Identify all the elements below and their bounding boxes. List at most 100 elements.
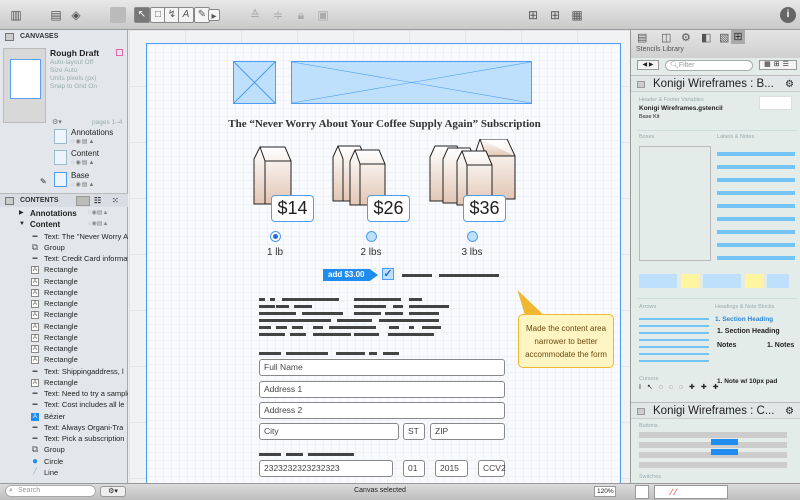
sticky-note[interactable]: Made the content area narrower to better… — [518, 314, 614, 368]
list-view-icon[interactable] — [76, 196, 90, 206]
properties-inspector-icon[interactable]: ◫ — [661, 31, 671, 44]
stencil-header-base[interactable]: Konigi Wireframes : B... ⚙ — [631, 75, 800, 92]
callout-stencil-items[interactable] — [639, 274, 789, 288]
contents-item[interactable]: ▬ Text: Shippingaddress, l — [0, 366, 128, 377]
contents-item[interactable]: A Rectangle — [0, 321, 128, 332]
hierarchy-view-icon[interactable]: ☷ — [94, 196, 101, 206]
gear-icon[interactable]: ⚙ — [785, 76, 794, 93]
contents-item[interactable]: ▼ Content ◌◉▤▲ — [0, 219, 128, 230]
lock-icon[interactable]: 🔒︎ — [293, 7, 309, 23]
contents-item[interactable]: A Rectangle — [0, 343, 128, 354]
contents-item[interactable]: A Rectangle — [0, 287, 128, 298]
page-title[interactable]: The “Never Worry About Your Coffee Suppl… — [147, 118, 622, 130]
canvas-thumbnail[interactable] — [3, 48, 46, 123]
stencils-tab-icon[interactable]: ⊞ — [731, 30, 745, 44]
gear-menu-button[interactable]: ⚙▾ — [100, 486, 126, 497]
style-inspector-icon[interactable]: ▤ — [637, 31, 647, 44]
size-radio[interactable] — [270, 231, 281, 242]
stencil-header-controls[interactable]: Konigi Wireframes : C... ⚙ — [631, 402, 800, 419]
note-pad-stencil[interactable]: 1. Note w/ 10px pad — [717, 378, 777, 385]
info-icon[interactable]: i — [780, 7, 796, 23]
contents-item[interactable]: A Rectangle — [0, 377, 128, 388]
contents-item[interactable]: A Rectangle — [0, 264, 128, 275]
document-inspector-icon[interactable]: ▧ — [719, 31, 729, 44]
stencil-filter-input[interactable]: 🔍︎Filter — [665, 60, 753, 71]
zoom-level[interactable]: 120% — [594, 486, 616, 497]
back-forward-buttons[interactable]: ◀ ▶ — [637, 60, 659, 70]
canvas-area[interactable]: The “Never Worry About Your Coffee Suppl… — [129, 30, 630, 483]
contents-item[interactable]: A Rectangle — [0, 309, 128, 320]
contents-item[interactable]: ▬ Text: Need to try a sample — [0, 388, 129, 399]
text-tool-icon[interactable]: A — [178, 7, 194, 23]
full-name-input[interactable]: Full Name — [259, 359, 505, 376]
layer-visibility-icons[interactable]: ◌◉▤▲ — [71, 159, 95, 166]
address1-input[interactable]: Address 1 — [259, 381, 505, 398]
size-radio[interactable] — [467, 231, 478, 242]
gear-inspector-icon[interactable]: ⚙ — [681, 31, 691, 44]
contents-item[interactable]: ▬ Text: The "Never Worry About — [0, 231, 129, 242]
fill-color-well[interactable] — [635, 485, 649, 499]
contents-item[interactable]: ▬ Text: Pick a subscription — [0, 433, 128, 444]
contents-item[interactable]: ▶ Annotations ◌◉▤▲ — [0, 208, 128, 219]
layer-annotations[interactable]: Annotations ◌◉▤▲ — [54, 128, 128, 148]
addon-checkbox[interactable]: ✓ — [382, 268, 394, 280]
layer-visibility-icons[interactable]: ◌◉▤▲ — [71, 181, 95, 188]
address2-input[interactable]: Address 2 — [259, 402, 505, 419]
view-mode-buttons[interactable]: ▦⊞☰ — [759, 60, 797, 70]
contents-item[interactable]: ⧉ Group — [0, 242, 128, 253]
contents-item[interactable]: ╱ Line — [0, 467, 128, 478]
layer-content[interactable]: Content ◌◉▤▲ — [54, 149, 128, 169]
numbered-notes-stencil[interactable]: 1. Notes — [767, 342, 794, 349]
canvas-page[interactable]: The “Never Worry About Your Coffee Suppl… — [146, 43, 621, 483]
layer-base[interactable]: Base ◌◉▤▲ — [54, 171, 128, 191]
contents-item[interactable]: ● Circle — [0, 456, 128, 467]
style-well-icon[interactable] — [110, 7, 126, 23]
blue-button-stencils[interactable] — [711, 439, 738, 455]
canvases-icon[interactable]: ▤ — [48, 7, 64, 23]
contents-item[interactable]: ▬ Text: Always Organi-Tra — [0, 422, 128, 433]
contents-item[interactable]: A Rectangle — [0, 354, 128, 365]
layer-visibility-icons[interactable]: ◌◉▤▲ — [88, 219, 108, 230]
cursor-stencil-items[interactable]: I ↖ ◌ ◌ ◌ ✚ ✚ ✚ — [639, 383, 721, 391]
expiry-year-input[interactable]: 2015 — [435, 460, 468, 477]
selection-tool-icon[interactable]: ↖ — [134, 7, 150, 23]
section-heading-stencil[interactable]: 1. Section Heading — [715, 316, 773, 323]
contents-item[interactable]: A Rectangle — [0, 276, 128, 287]
section-heading-stencil-black[interactable]: 1. Section Heading — [717, 328, 780, 335]
stroke-color-wells[interactable]: ⁄ ⁄ — [654, 485, 728, 499]
stencils-icon[interactable]: ⊞ — [547, 7, 563, 23]
bring-front-icon[interactable]: ≙ — [247, 7, 263, 23]
cvv-input[interactable]: CCV2 — [478, 460, 506, 477]
gear-icon[interactable]: ⚙ — [785, 403, 794, 420]
group-icon[interactable]: ▣ — [315, 7, 331, 23]
sidebar-toggle-icon[interactable]: ▥ — [8, 7, 24, 23]
contents-item[interactable]: ▬ Text: Credit Card information — [0, 253, 129, 264]
canvas-name[interactable]: Rough Draft — [50, 48, 99, 58]
contents-item[interactable]: ⧉ Group — [0, 444, 128, 455]
browse-tool-icon[interactable]: ▸ — [208, 9, 220, 22]
expiry-month-input[interactable]: 01 — [403, 460, 425, 477]
grid-icon[interactable]: ⊞ — [525, 7, 541, 23]
labels-stencil-items[interactable] — [717, 146, 795, 266]
layer-visibility-icons[interactable]: ◌◉▤▲ — [88, 208, 108, 219]
image-placeholder-small[interactable] — [233, 61, 276, 104]
contents-search-input[interactable]: ⌕ Search — [5, 485, 96, 497]
state-input[interactable]: ST — [403, 423, 425, 440]
image-placeholder-banner[interactable] — [291, 61, 532, 104]
notes-stencil[interactable]: Notes — [717, 342, 736, 349]
zip-input[interactable]: ZIP — [430, 423, 505, 440]
disclosure-closed-icon[interactable]: ▶ — [19, 208, 24, 219]
contents-item[interactable]: A Bézier — [0, 411, 128, 422]
disclosure-open-icon[interactable]: ▼ — [19, 219, 25, 230]
arrows-stencil-items[interactable] — [639, 313, 709, 363]
layer-visibility-icons[interactable]: ◌◉▤▲ — [71, 138, 95, 145]
layers-icon[interactable]: ◈ — [68, 7, 84, 23]
inspector-icon[interactable]: ▦ — [569, 7, 585, 23]
send-back-icon[interactable]: ≑ — [270, 7, 286, 23]
city-input[interactable]: City — [259, 423, 399, 440]
boxes-stencil-items[interactable] — [639, 146, 711, 261]
contents-item[interactable]: A Rectangle — [0, 298, 128, 309]
card-number-input[interactable]: 2323232323232323 — [259, 460, 393, 477]
size-radio[interactable] — [366, 231, 377, 242]
contents-item[interactable]: ▬ Text: Cost includes all le — [0, 399, 128, 410]
